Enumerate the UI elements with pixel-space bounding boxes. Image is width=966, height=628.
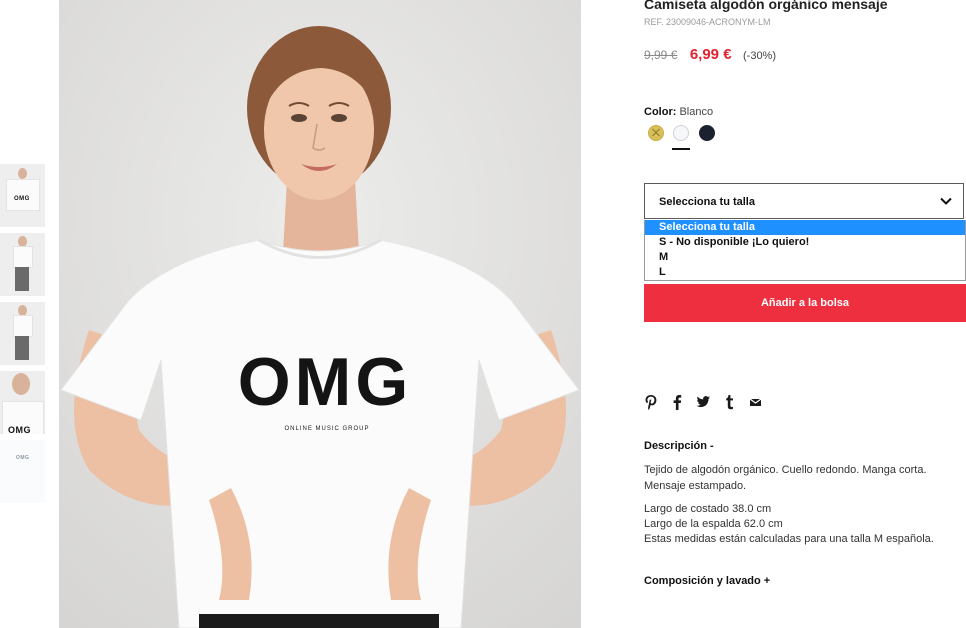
price-row: 9,99 € 6,99 € (-30%)	[644, 46, 776, 64]
thumb-shirt	[13, 246, 33, 268]
thumbnail-2[interactable]	[0, 233, 45, 296]
thumb-model-head	[18, 168, 27, 179]
description-toggle[interactable]: Descripción -	[644, 440, 714, 452]
twitter-icon[interactable]	[696, 394, 712, 410]
size-option-placeholder[interactable]: Selecciona tu talla	[645, 220, 965, 235]
size-option-l[interactable]: L	[645, 265, 965, 280]
description-measures: Largo de costado 38.0 cm Largo de la esp…	[644, 502, 964, 547]
mail-icon[interactable]	[749, 394, 765, 410]
shirt-print: OMG	[238, 344, 412, 420]
thumb-shirt	[13, 315, 33, 337]
thumb-model-head	[12, 373, 30, 395]
description-text: Tejido de algodón orgánico. Cuello redon…	[644, 464, 927, 492]
shirt-subprint: ONLINE MUSIC GROUP	[284, 426, 369, 432]
thumb-print: OMG	[16, 455, 30, 461]
thumbnail-strip: OMG OMG OMG	[0, 164, 45, 509]
size-option-m[interactable]: M	[645, 250, 965, 265]
sale-price: 6,99 €	[689, 46, 732, 63]
size-dropdown: Selecciona tu talla S - No disponible ¡L…	[644, 220, 966, 281]
thumbnail-4[interactable]: OMG	[0, 371, 45, 434]
thumb-print: OMG	[14, 196, 30, 202]
swatch-mustard[interactable]	[648, 125, 664, 141]
thumbnail-3[interactable]	[0, 302, 45, 365]
facebook-icon[interactable]	[672, 394, 688, 410]
color-label: Color: Blanco	[644, 106, 713, 118]
measure-side-length: Largo de costado 38.0 cm	[644, 503, 772, 515]
size-option-s[interactable]: S - No disponible ¡Lo quiero!	[645, 235, 965, 250]
thumb-shirt	[6, 179, 40, 211]
product-title: Camiseta algodón orgánico mensaje	[644, 0, 888, 12]
thumb-print: OMG	[8, 425, 31, 434]
selected-color: Blanco	[679, 106, 714, 118]
size-select-value: Selecciona tu talla	[659, 196, 755, 208]
add-to-bag-button[interactable]: Añadir a la bolsa	[644, 284, 966, 322]
old-price: 9,99 €	[644, 48, 678, 62]
model-photo: OMG ONLINE MUSIC GROUP	[59, 0, 581, 628]
tumblr-icon[interactable]	[724, 394, 740, 410]
composition-toggle[interactable]: Composición y lavado +	[644, 575, 770, 587]
thumb-pants	[15, 267, 29, 291]
swatch-white[interactable]	[673, 125, 689, 141]
size-select[interactable]: Selecciona tu talla	[644, 183, 964, 219]
pinterest-icon[interactable]	[644, 394, 660, 410]
selected-swatch-indicator	[672, 148, 690, 150]
main-product-image[interactable]: OMG ONLINE MUSIC GROUP	[59, 0, 581, 628]
thumb-pants	[15, 336, 29, 360]
measure-note: Estas medidas están calculadas para una …	[644, 533, 934, 545]
color-label-title: Color:	[644, 106, 677, 118]
swatch-navy[interactable]	[699, 125, 715, 141]
product-reference: REF. 23009046-ACRONYM-LM	[644, 17, 771, 27]
discount-badge: (-30%)	[743, 50, 777, 62]
thumbnail-5[interactable]: OMG	[0, 440, 45, 503]
thumbnail-1[interactable]: OMG	[0, 164, 45, 227]
chevron-down-icon	[939, 194, 953, 208]
measure-back-length: Largo de la espalda 62.0 cm	[644, 518, 783, 530]
